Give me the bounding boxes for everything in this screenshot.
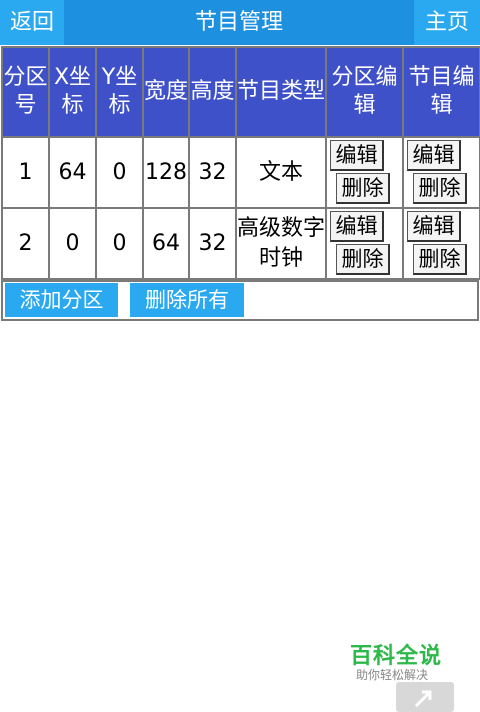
cell-program-edit: 编辑 删除 [402,207,480,280]
cell-y: 0 [95,136,144,209]
add-partition-button[interactable]: 添加分区 [5,283,118,317]
expand-arrow-icon [414,690,432,708]
cell-partition-id: 2 [1,207,50,280]
top-bar: 返回 节目管理 主页 [0,0,480,45]
expand-button[interactable] [396,682,454,712]
program-edit-button[interactable]: 编辑 [407,211,461,242]
partition-table: 分区号 X坐标 Y坐标 宽度 高度 节目类型 分区编辑 节目编辑 1 64 0 … [1,46,480,280]
cell-program-edit: 编辑 删除 [402,136,480,209]
cell-x: 0 [48,207,97,280]
header-program-type: 节目类型 [235,46,327,138]
home-button[interactable]: 主页 [414,0,480,45]
cell-program-type: 高级数字时钟 [235,207,327,280]
program-delete-button[interactable]: 删除 [413,173,467,204]
table-row: 1 64 0 128 32 文本 编辑 删除 编辑 删除 [1,136,480,209]
partition-edit-button[interactable]: 编辑 [330,140,384,171]
header-partition-id: 分区号 [1,46,50,138]
cell-width: 64 [142,207,190,280]
partition-edit-button[interactable]: 编辑 [330,211,384,242]
partition-delete-button[interactable]: 删除 [336,244,390,275]
partition-delete-button[interactable]: 删除 [336,173,390,204]
cell-program-type: 文本 [235,136,327,209]
action-row: 添加分区 删除所有 [1,280,479,321]
program-delete-button[interactable]: 删除 [413,244,467,275]
cell-width: 128 [142,136,190,209]
header-width: 宽度 [142,46,190,138]
header-partition-edit: 分区编辑 [325,46,404,138]
cell-partition-id: 1 [1,136,50,209]
program-edit-button[interactable]: 编辑 [407,140,461,171]
cell-partition-edit: 编辑 删除 [325,136,404,209]
cell-height: 32 [188,207,237,280]
watermark: 百科全说 助你轻松解决 [348,636,458,712]
header-height: 高度 [188,46,237,138]
header-program-edit: 节目编辑 [402,46,480,138]
header-y: Y坐标 [95,46,144,138]
cell-partition-edit: 编辑 删除 [325,207,404,280]
table-row: 2 0 0 64 32 高级数字时钟 编辑 删除 编辑 删除 [1,207,480,280]
cell-height: 32 [188,136,237,209]
header-x: X坐标 [48,46,97,138]
page-title: 节目管理 [194,10,283,35]
table-header-row: 分区号 X坐标 Y坐标 宽度 高度 节目类型 分区编辑 节目编辑 [1,46,480,138]
back-button[interactable]: 返回 [0,0,64,45]
watermark-subtitle: 助你轻松解决 [356,668,429,682]
delete-all-button[interactable]: 删除所有 [130,283,244,317]
cell-x: 64 [48,136,97,209]
cell-y: 0 [95,207,144,280]
